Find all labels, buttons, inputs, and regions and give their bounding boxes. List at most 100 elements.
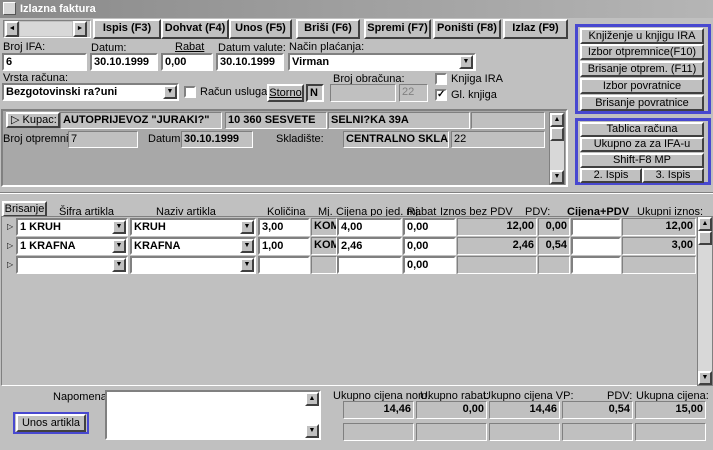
- rabat-field[interactable]: 0,00: [161, 53, 213, 71]
- broj-obracuna-field: [330, 84, 396, 102]
- row-selector-icon[interactable]: ▷: [7, 222, 13, 231]
- ponisti-button[interactable]: Poništi (F8): [433, 19, 501, 39]
- rabat-label: Rabat: [175, 41, 205, 53]
- mj-cell: [311, 256, 337, 274]
- ukupno-cell: 12,00: [622, 218, 696, 236]
- cijena-pdv-cell[interactable]: [571, 237, 621, 255]
- naziv-dropdown-icon[interactable]: ▼: [240, 239, 254, 253]
- table-row[interactable]: ▷ ▼ ▼ 0,00: [0, 256, 698, 274]
- brisanje-povratnice-button[interactable]: Brisanje povratnice: [580, 95, 704, 111]
- table-row[interactable]: ▷ 1 KRAFNA ▼ KRAFNA ▼ 1,00 KOM 2,46 0,00…: [0, 237, 698, 255]
- items-scroll-up-icon[interactable]: ▲: [698, 217, 712, 231]
- kupac-scroll-down-icon[interactable]: ▼: [550, 170, 564, 184]
- kupac-address-field: SELNI?KA 39A: [328, 112, 470, 129]
- skladiste-field: CENTRALNO SKLAD: [343, 131, 449, 148]
- ispis-2-button[interactable]: 2. Ispis: [580, 168, 642, 183]
- items-divider: [0, 192, 713, 194]
- broj-ifa-label: Broj IFA:: [3, 41, 46, 53]
- datum-valute-field[interactable]: 30.10.1999: [216, 53, 284, 71]
- brisanje-button[interactable]: Brisanje: [2, 201, 47, 217]
- cijena-cell[interactable]: [337, 256, 402, 274]
- knjizenje-ira-button[interactable]: Knjiženje u knjigu IRA: [580, 28, 704, 44]
- ukupno-rabat-value: 0,00: [416, 401, 487, 419]
- nav-prev-button[interactable]: ◄: [5, 21, 19, 37]
- izbor-otpremnice-button[interactable]: Izbor otpremnice(F10): [580, 44, 704, 60]
- kolicina-cell[interactable]: [258, 256, 310, 274]
- cijena-pdv-cell[interactable]: [571, 256, 621, 274]
- nacin-placanja-dropdown-icon[interactable]: ▼: [459, 55, 473, 69]
- cijena-pdv-cell[interactable]: [571, 218, 621, 236]
- kupac-scroll-up-icon[interactable]: ▲: [550, 113, 564, 127]
- app-icon: [3, 2, 16, 15]
- nav-next-button[interactable]: ►: [73, 21, 87, 37]
- row-selector-icon[interactable]: ▷: [7, 260, 13, 269]
- vrsta-racuna-select[interactable]: Bezgotovinski ra?uni: [2, 83, 179, 101]
- naziv-dropdown-icon[interactable]: ▼: [240, 258, 254, 272]
- naziv-cell[interactable]: KRAFNA: [130, 237, 256, 255]
- ukupno-ifa-button[interactable]: Ukupno za za IFA-u: [580, 137, 704, 152]
- knjiga-ira-checkbox[interactable]: [435, 73, 447, 85]
- sifra-dropdown-icon[interactable]: ▼: [112, 239, 126, 253]
- ukupno-vp-value: 14,46: [489, 401, 560, 419]
- sifra-dropdown-icon[interactable]: ▼: [112, 220, 126, 234]
- unos-artikla-button[interactable]: Unos artikla: [16, 414, 86, 432]
- kupac-name-field: AUTOPRIJEVOZ "JURAKI?": [60, 112, 222, 129]
- otpremnica-datum-field: 30.10.1999: [181, 131, 253, 148]
- vrsta-racuna-dropdown-icon[interactable]: ▼: [163, 85, 177, 99]
- spremi-button[interactable]: Spremi (F7): [364, 19, 431, 39]
- skladiste-code-field: 22: [451, 131, 545, 148]
- mj-cell: KOM: [311, 218, 337, 236]
- pdv-cell: 0,54: [538, 237, 570, 255]
- napomena-scroll-down-icon[interactable]: ▼: [305, 424, 319, 438]
- gl-knjiga-checkbox[interactable]: ✓: [435, 89, 447, 101]
- shift-f8-mp-button[interactable]: Shift-F8 MP: [580, 153, 704, 168]
- otpremnica-datum-label: Datum: [148, 133, 181, 145]
- items-scroll-down-icon[interactable]: ▼: [698, 371, 712, 385]
- pdv-total-value: 0,54: [562, 401, 633, 419]
- row-selector-icon[interactable]: ▷: [7, 241, 13, 250]
- title-bar: Izlazna faktura: [0, 0, 713, 18]
- datum-field[interactable]: 30.10.1999: [90, 53, 158, 71]
- naziv-cell[interactable]: [130, 256, 256, 274]
- table-row[interactable]: ▷ 1 KRUH ▼ KRUH ▼ 3,00 KOM 4,00 0,00 12,…: [0, 218, 698, 236]
- nav-position-track[interactable]: [20, 22, 72, 36]
- kupac-selector-button[interactable]: ▷ Kupac:: [6, 112, 60, 128]
- tablica-racuna-button[interactable]: Tablica računa: [580, 122, 704, 137]
- iznos-cell: [457, 256, 537, 274]
- window-title: Izlazna faktura: [20, 3, 96, 15]
- napomena-textarea[interactable]: [105, 390, 321, 440]
- cijena-cell[interactable]: 2,46: [337, 237, 402, 255]
- ispis-button[interactable]: Ispis (F3): [93, 19, 161, 39]
- nacin-placanja-select[interactable]: Virman: [288, 53, 476, 71]
- kupac-label: Kupac:: [22, 114, 57, 126]
- cijena-cell[interactable]: 4,00: [337, 218, 402, 236]
- brisanje-otpremnice-button[interactable]: Brisanje otprem. (F11): [580, 61, 704, 77]
- izbor-povratnice-button[interactable]: Izbor povratnice: [580, 78, 704, 94]
- kolicina-cell[interactable]: 3,00: [258, 218, 310, 236]
- naziv-dropdown-icon[interactable]: ▼: [240, 220, 254, 234]
- storno-button[interactable]: Storno: [267, 84, 304, 102]
- kupac-scroll-thumb[interactable]: [550, 127, 564, 141]
- broj-ifa-field[interactable]: 6: [2, 53, 87, 71]
- pdv-cell: 0,00: [538, 218, 570, 236]
- kolicina-cell[interactable]: 1,00: [258, 237, 310, 255]
- sifra-dropdown-icon[interactable]: ▼: [112, 258, 126, 272]
- brisi-button[interactable]: Briši (F6): [296, 19, 360, 39]
- ispis-3-button[interactable]: 3. Ispis: [642, 168, 704, 183]
- naziv-cell[interactable]: KRUH: [130, 218, 256, 236]
- rabat-cell[interactable]: 0,00: [403, 256, 456, 274]
- napomena-scroll-up-icon[interactable]: ▲: [305, 392, 319, 406]
- unos-button[interactable]: Unos (F5): [229, 19, 292, 39]
- izlaz-button[interactable]: Izlaz (F9): [503, 19, 568, 39]
- rabat-cell[interactable]: 0,00: [403, 218, 456, 236]
- totals-row2-cell: [489, 423, 560, 441]
- racun-usluga-checkbox[interactable]: [184, 86, 196, 98]
- ukupno-cell: 3,00: [622, 237, 696, 255]
- napomena-label: Napomena: [53, 391, 107, 403]
- mj-cell: KOM: [311, 237, 337, 255]
- rabat-cell[interactable]: 0,00: [403, 237, 456, 255]
- ukupno-cell: [622, 256, 696, 274]
- totals-row2-cell: [343, 423, 414, 441]
- items-scroll-thumb[interactable]: [698, 231, 712, 245]
- dohvat-button[interactable]: Dohvat (F4): [161, 19, 229, 39]
